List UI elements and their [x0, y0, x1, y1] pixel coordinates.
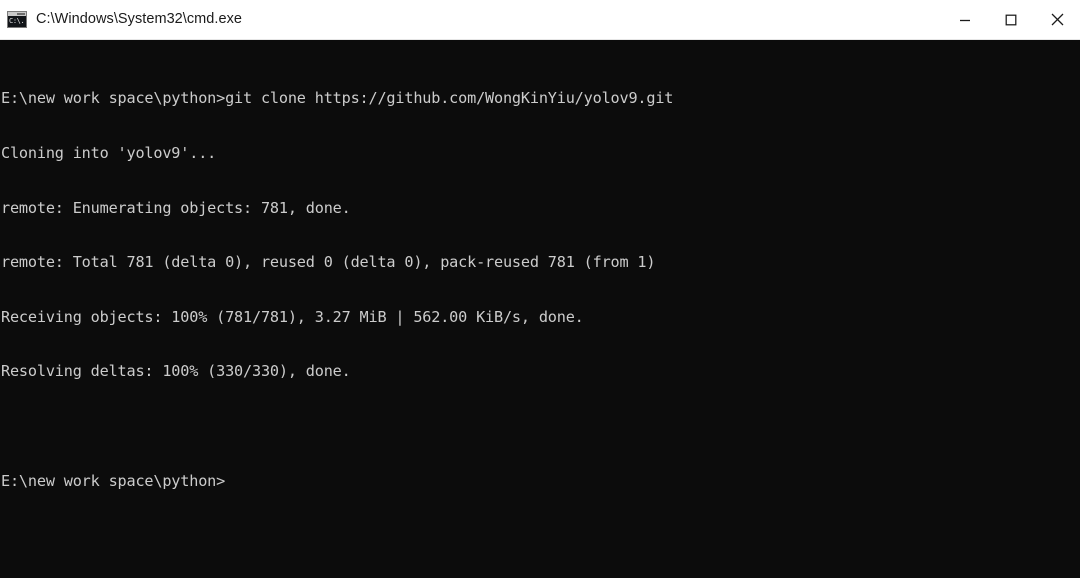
- console-output-area[interactable]: E:\new work space\python>git clone https…: [0, 40, 1080, 578]
- console-line: E:\new work space\python>git clone https…: [1, 89, 674, 108]
- cmd-window: C:\. C:\Windows\System32\cmd.exe E:\new …: [0, 0, 1080, 578]
- close-button[interactable]: [1034, 0, 1080, 39]
- cmd-icon-titlebar: [8, 12, 26, 16]
- console-line: Receiving objects: 100% (781/781), 3.27 …: [1, 307, 584, 326]
- console-text: E:\new work space\python>git clone https…: [0, 53, 1080, 526]
- console-line: Cloning into 'yolov9'...: [1, 144, 217, 163]
- console-prompt-line: E:\new work space\python>: [1, 471, 226, 490]
- console-line: remote: Total 781 (delta 0), reused 0 (d…: [1, 253, 656, 272]
- console-line: remote: Enumerating objects: 781, done.: [1, 198, 351, 217]
- title-bar-left: C:\. C:\Windows\System32\cmd.exe: [0, 0, 242, 39]
- minimize-button[interactable]: [942, 0, 988, 39]
- maximize-button[interactable]: [988, 0, 1034, 39]
- console-line: Resolving deltas: 100% (330/330), done.: [1, 362, 351, 381]
- cmd-console-icon: C:\.: [7, 11, 27, 28]
- cmd-icon-prompt-glyph: C:\.: [9, 17, 25, 25]
- window-title: C:\Windows\System32\cmd.exe: [36, 11, 243, 27]
- title-bar[interactable]: C:\. C:\Windows\System32\cmd.exe: [0, 0, 1080, 40]
- window-controls: [942, 0, 1080, 39]
